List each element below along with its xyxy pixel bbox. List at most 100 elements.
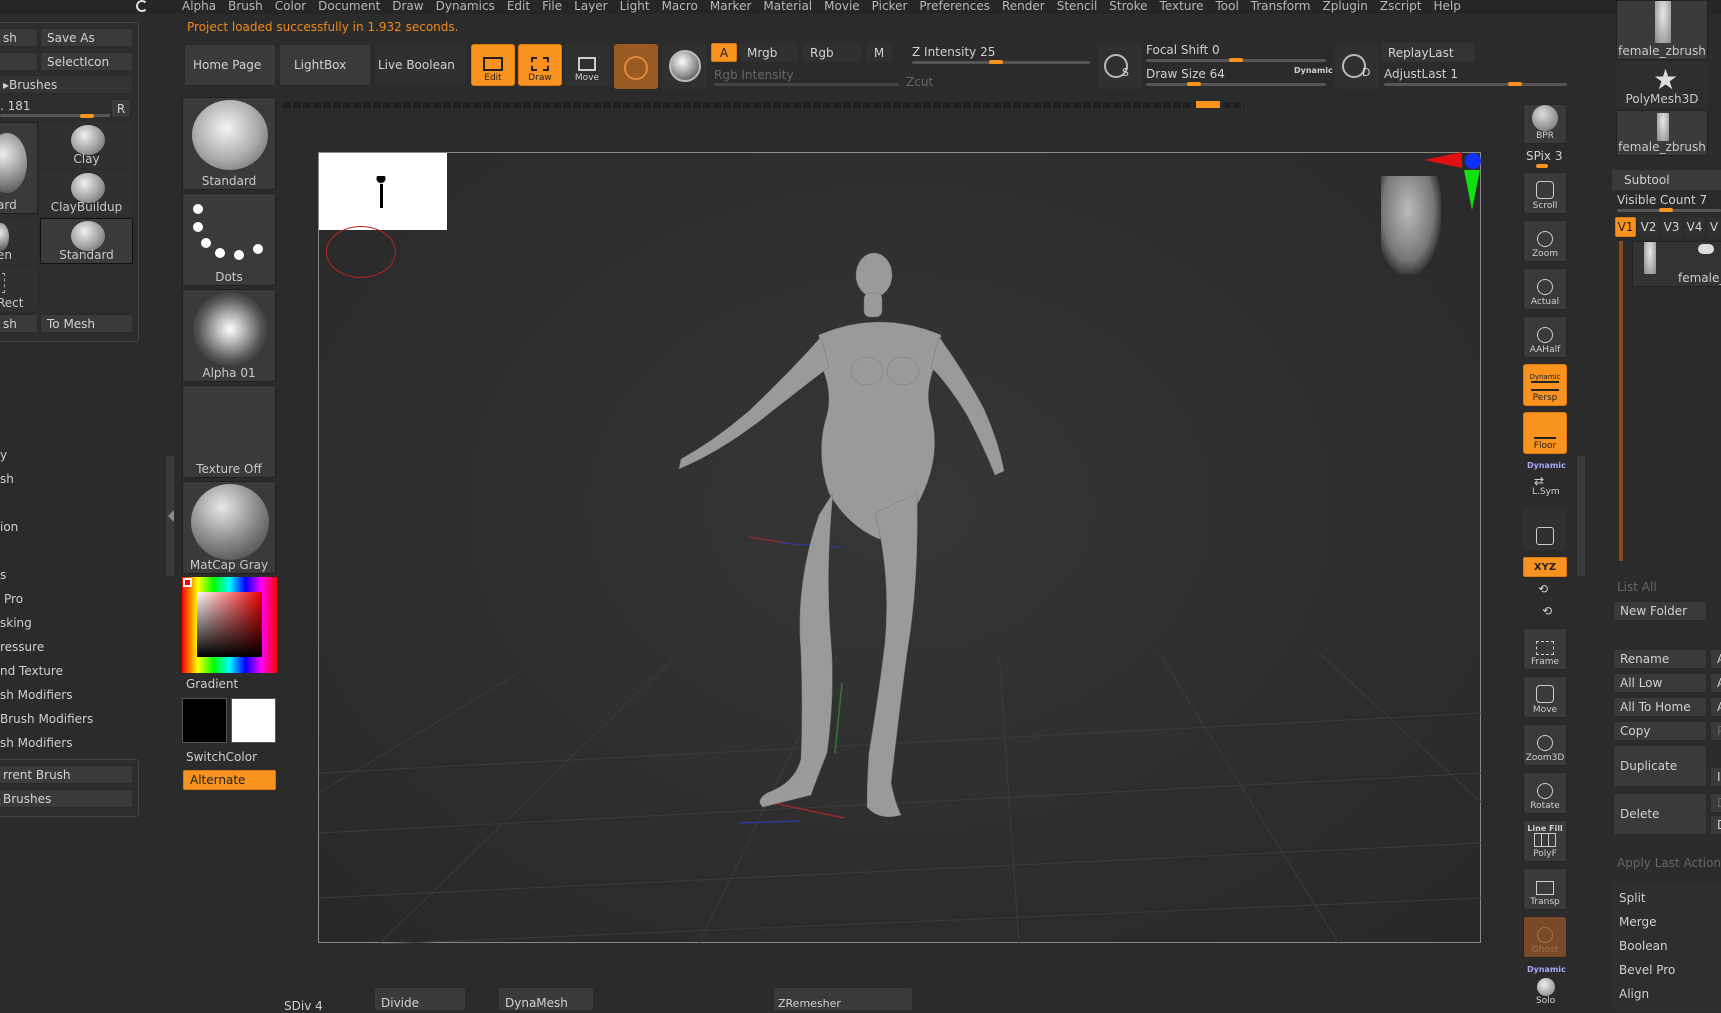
v4-button[interactable]: V4	[1684, 217, 1705, 237]
tool-thumb-female-1[interactable]: female_zbrush	[1616, 0, 1708, 60]
floor-button[interactable]: Floor	[1523, 412, 1567, 454]
delete-button[interactable]: Delete	[1613, 793, 1707, 835]
save-as-button[interactable]: Save As	[40, 28, 133, 47]
to-mesh-button[interactable]: To Mesh	[40, 314, 133, 333]
left-item-10[interactable]: sh Modifiers	[0, 736, 72, 750]
brush-standard-large[interactable]: ard	[0, 122, 38, 214]
brush-button[interactable]: sh	[0, 28, 38, 47]
main-color-swatch[interactable]	[182, 698, 227, 743]
left-tray-arrow-icon[interactable]	[168, 510, 174, 522]
xyz-button[interactable]: XYZ	[1523, 557, 1567, 577]
menu-item-transform[interactable]: Transform	[1245, 0, 1317, 12]
draw-size-label[interactable]: Draw Size 64	[1146, 67, 1225, 81]
solo-label[interactable]: Solo	[1536, 996, 1555, 1006]
visible-count-label[interactable]: Visible Count 7	[1617, 193, 1707, 207]
tool-thumb-polymesh3d[interactable]: ★ PolyMesh3D	[1616, 62, 1708, 108]
edit-button[interactable]: Edit	[471, 44, 515, 86]
dynamic-label[interactable]: Dynamic	[1294, 66, 1333, 75]
navigation-head-icon[interactable]	[1381, 176, 1441, 274]
menu-item-render[interactable]: Render	[996, 0, 1051, 12]
brush-standard-selected[interactable]: Standard	[40, 218, 133, 264]
zcut-label[interactable]: Zcut	[906, 75, 933, 89]
persp-button[interactable]: Dynamic Persp	[1523, 364, 1567, 406]
female-figure-model[interactable]	[678, 252, 1005, 817]
lightbox-button[interactable]: LightBox	[279, 44, 371, 86]
menu-item-preferences[interactable]: Preferences	[913, 0, 996, 12]
menu-item-tool[interactable]: Tool	[1209, 0, 1244, 12]
document-frame[interactable]	[318, 152, 1482, 944]
subtool-title[interactable]: Subtool	[1624, 173, 1670, 187]
left-item-1[interactable]: sh	[0, 472, 14, 486]
mesh-button[interactable]: sh	[0, 314, 38, 333]
left-item-5[interactable]: sking	[0, 616, 32, 630]
boolean-label[interactable]: Boolean	[1619, 939, 1668, 953]
bpr-button[interactable]: BPR	[1523, 104, 1567, 144]
menu-item-marker[interactable]: Marker	[704, 0, 757, 12]
left-item-8[interactable]: sh Modifiers	[0, 688, 72, 702]
timeline-bar[interactable]	[283, 102, 1244, 108]
solo-icon[interactable]	[1537, 978, 1555, 996]
draw-size-knob[interactable]	[1187, 82, 1201, 86]
select-icon-button[interactable]: SelectIcon	[40, 52, 133, 71]
left-item-2[interactable]: ion	[0, 520, 18, 534]
menu-item-light[interactable]: Light	[614, 0, 656, 12]
material-thumbnail[interactable]: MatCap Gray	[182, 481, 276, 574]
menu-item-macro[interactable]: Macro	[656, 0, 704, 12]
left-item-0[interactable]: y	[0, 448, 7, 462]
transp-button[interactable]: Transp	[1523, 868, 1567, 910]
insert-side-button[interactable]: I	[1710, 767, 1721, 787]
apply-last-action-label[interactable]: Apply Last Action T	[1617, 856, 1721, 870]
spix-knob[interactable]	[1536, 164, 1548, 168]
left-item-9[interactable]: Brush Modifiers	[0, 712, 93, 726]
adjust-last-label[interactable]: AdjustLast 1	[1384, 67, 1458, 81]
m-button[interactable]: M	[866, 43, 892, 62]
left-item-6[interactable]: ressure	[0, 640, 44, 654]
rgb-intensity-label[interactable]: Rgb Intensity	[714, 68, 794, 82]
aahalf-button[interactable]: AAHalf	[1523, 316, 1567, 358]
rgb-button[interactable]: Rgb	[803, 43, 861, 62]
brush-value-knob[interactable]	[80, 114, 94, 118]
brush-rect[interactable]: Rect	[0, 266, 38, 312]
menu-item-movie[interactable]: Movie	[818, 0, 866, 12]
delete-other-side-button[interactable]: D	[1710, 793, 1721, 813]
polyf-button[interactable]: Line Fill PolyF	[1523, 820, 1567, 862]
bevel-pro-label[interactable]: Bevel Pro	[1619, 963, 1675, 977]
all-low-side-button[interactable]: A	[1710, 673, 1721, 693]
all-to-home-button[interactable]: All To Home	[1613, 697, 1707, 717]
alternate-button[interactable]: Alternate	[183, 770, 276, 790]
zremesher-button[interactable]: ZRemesher	[773, 987, 913, 1011]
menu-item-texture[interactable]: Texture	[1154, 0, 1210, 12]
z-intensity-label[interactable]: Z Intensity 25	[912, 45, 995, 59]
menu-item-stroke[interactable]: Stroke	[1103, 0, 1153, 12]
timeline-marker[interactable]	[1196, 101, 1220, 108]
brushes-subpalette[interactable]: ▸ Brushes	[0, 75, 133, 94]
tool-thumb-female-2[interactable]: female_zbrush	[1616, 110, 1708, 156]
rename-button[interactable]: Rename	[1613, 649, 1707, 669]
move-view-button[interactable]: Move	[1523, 676, 1567, 718]
ghost-button[interactable]: Ghost	[1523, 916, 1567, 958]
frame-button[interactable]: Frame	[1523, 628, 1567, 670]
texture-thumbnail[interactable]: Texture Off	[182, 385, 276, 478]
z-intensity-knob[interactable]	[989, 60, 1003, 64]
switch-color-label[interactable]: SwitchColor	[186, 750, 257, 764]
brush-clay[interactable]: Clay	[40, 122, 133, 168]
rotate-y-icon[interactable]: ⟲	[1538, 582, 1548, 596]
menu-item-color[interactable]: Color	[269, 0, 312, 12]
v1-button[interactable]: V1	[1615, 217, 1636, 237]
lsym-arrows-icon[interactable]: ⇄	[1534, 474, 1544, 488]
adjust-last-knob[interactable]	[1508, 82, 1522, 86]
stroke-thumbnail[interactable]: Dots	[182, 193, 276, 286]
menu-item-dynamics[interactable]: Dynamics	[430, 0, 501, 12]
menu-item-draw[interactable]: Draw	[386, 0, 429, 12]
brush-pen[interactable]: en	[0, 218, 38, 264]
lock-button[interactable]	[1523, 508, 1567, 550]
scroll-button[interactable]: Scroll	[1523, 172, 1567, 214]
spix-label[interactable]: SPix 3	[1526, 149, 1562, 163]
menu-item-zplugin[interactable]: Zplugin	[1317, 0, 1374, 12]
v2-button[interactable]: V2	[1638, 217, 1659, 237]
current-brush-button[interactable]: rrent Brush	[0, 765, 133, 784]
visible-count-knob[interactable]	[1659, 208, 1673, 212]
color-picker-square[interactable]	[197, 592, 262, 657]
home-page-button[interactable]: Home Page	[184, 44, 276, 86]
brush-thumbnail[interactable]: Standard	[182, 97, 276, 190]
